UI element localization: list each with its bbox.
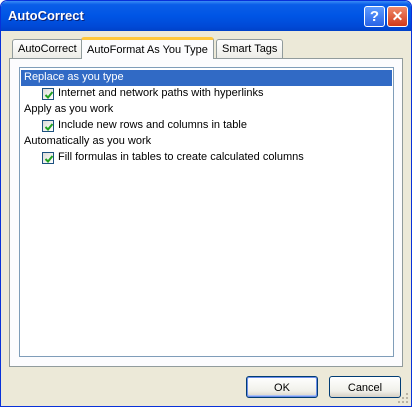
group-header-label: Automatically as you work [24, 135, 152, 147]
group-header-label: Replace as you type [24, 71, 124, 83]
help-button[interactable]: ? [364, 6, 385, 27]
tab-label: AutoFormat As You Type [87, 44, 208, 56]
tab-label: Smart Tags [222, 43, 278, 55]
resize-grip-icon[interactable] [397, 392, 409, 404]
option-label: Fill formulas in tables to create calcul… [58, 151, 304, 163]
tab-smart-tags[interactable]: Smart Tags [216, 39, 284, 59]
checkbox[interactable] [42, 120, 54, 132]
tab-autocorrect[interactable]: AutoCorrect [12, 39, 83, 59]
group-header-replace-as-you-type[interactable]: Replace as you type [21, 70, 392, 86]
group-header-label: Apply as you work [24, 103, 114, 115]
option-include-rows-columns[interactable]: Include new rows and columns in table [21, 118, 392, 134]
group-header-automatically-as-you-work[interactable]: Automatically as you work [21, 134, 392, 150]
group-header-apply-as-you-work[interactable]: Apply as you work [21, 102, 392, 118]
title-bar[interactable]: AutoCorrect ? ✕ [1, 1, 411, 31]
close-button[interactable]: ✕ [387, 6, 408, 27]
ok-button[interactable]: OK [246, 376, 318, 398]
checkbox[interactable] [42, 152, 54, 164]
options-list[interactable]: Replace as you type Internet and network… [19, 67, 394, 357]
option-fill-formulas[interactable]: Fill formulas in tables to create calcul… [21, 150, 392, 166]
option-internet-paths-hyperlinks[interactable]: Internet and network paths with hyperlin… [21, 86, 392, 102]
window-title: AutoCorrect [8, 8, 84, 23]
cancel-button[interactable]: Cancel [329, 376, 401, 398]
tab-autoformat-as-you-type[interactable]: AutoFormat As You Type [81, 37, 214, 59]
option-label: Include new rows and columns in table [58, 119, 247, 131]
tab-label: AutoCorrect [18, 43, 77, 55]
checkbox[interactable] [42, 88, 54, 100]
checkmark-icon [44, 123, 54, 131]
checkmark-icon [44, 91, 54, 99]
close-icon: ✕ [391, 8, 404, 24]
autocorrect-dialog: AutoCorrect ? ✕ AutoCorrect AutoFormat A… [0, 0, 412, 407]
checkmark-icon [44, 155, 54, 163]
tab-panel: Replace as you type Internet and network… [9, 58, 403, 367]
help-icon: ? [369, 8, 380, 25]
option-label: Internet and network paths with hyperlin… [58, 87, 264, 99]
